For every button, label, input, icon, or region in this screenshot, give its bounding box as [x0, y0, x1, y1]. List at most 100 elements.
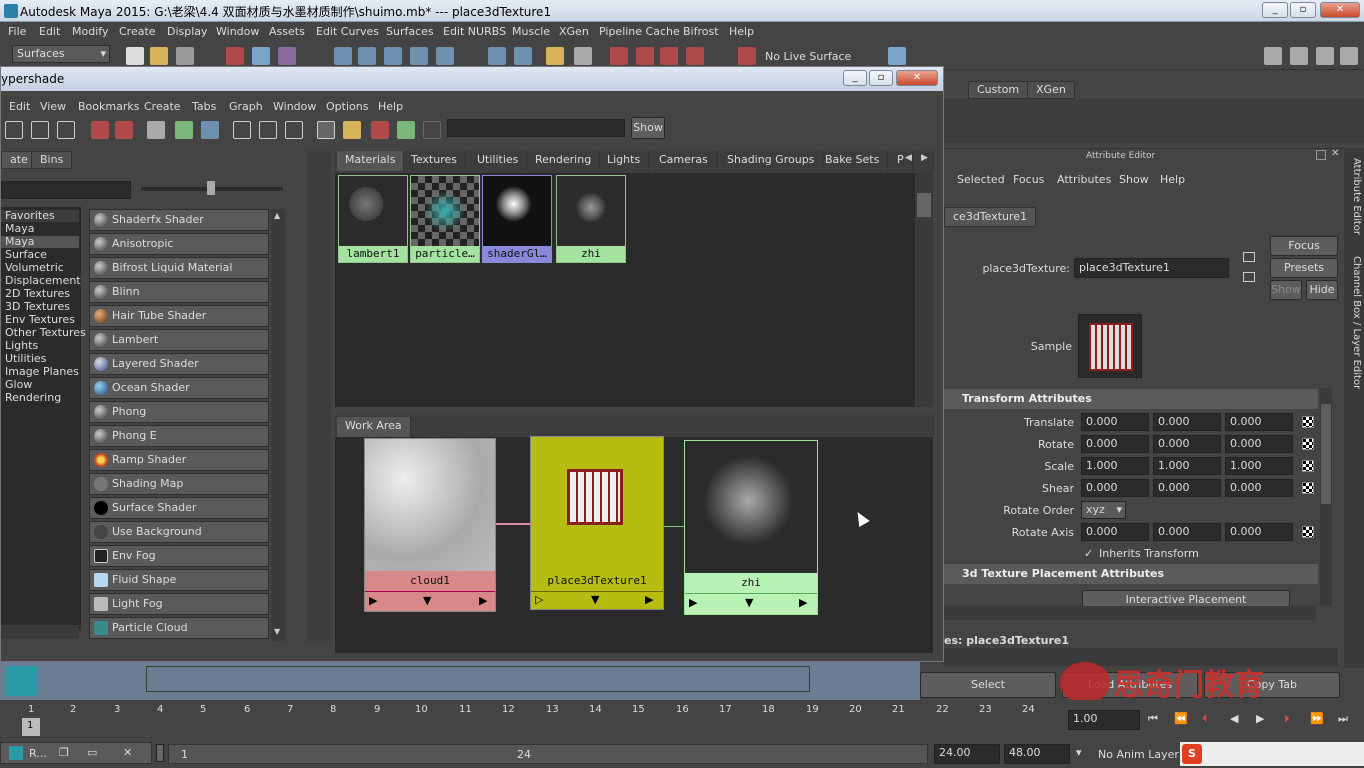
- slider-handle[interactable]: [207, 181, 215, 195]
- graph-materials-icon[interactable]: [201, 121, 219, 139]
- hs-search-field[interactable]: [447, 119, 625, 137]
- ae-select-button[interactable]: Select: [920, 672, 1056, 698]
- category-scrollbar[interactable]: [1, 625, 79, 639]
- snap-point-icon[interactable]: [384, 47, 402, 65]
- layout-bottom-icon[interactable]: [31, 121, 49, 139]
- end-time-field[interactable]: 24.00: [934, 744, 1000, 764]
- hs-menu-window[interactable]: Window: [273, 100, 316, 113]
- swatch-mode-icon[interactable]: [317, 121, 335, 139]
- side-tab-attribute-editor[interactable]: Attribute Editor: [1346, 158, 1362, 235]
- category-displacement[interactable]: Displacement: [5, 274, 81, 287]
- max-time-field[interactable]: 48.00: [1004, 744, 1070, 764]
- hypershade-maximize-button[interactable]: ▫: [869, 70, 893, 86]
- tab-utilities[interactable]: Utilities: [469, 151, 528, 171]
- swatch-list-icon[interactable]: [343, 121, 361, 139]
- select-hierarchy-icon[interactable]: [226, 47, 244, 65]
- new-scene-icon[interactable]: [126, 47, 144, 65]
- shader-use-background[interactable]: Use Background: [89, 521, 269, 543]
- tool-settings-toggle-icon[interactable]: [1290, 47, 1308, 65]
- swatch-zhi[interactable]: zhi: [556, 175, 626, 263]
- category-utilities[interactable]: Utilities: [5, 352, 46, 365]
- hypershade-close-button[interactable]: ✕: [896, 70, 938, 86]
- select-component-icon[interactable]: [278, 47, 296, 65]
- show-button[interactable]: Show: [1270, 280, 1302, 300]
- play-forward-icon[interactable]: ▶: [1256, 712, 1264, 725]
- menu-display[interactable]: Display: [167, 25, 208, 38]
- maximize-button[interactable]: ▫: [1290, 2, 1316, 18]
- range-bar-track[interactable]: 1 24: [168, 744, 928, 764]
- rotate-axis-key-icon[interactable]: [1302, 526, 1314, 538]
- category-maya-favorite[interactable]: Maya: [5, 222, 34, 235]
- shader-phong-e[interactable]: Phong E: [89, 425, 269, 447]
- hs-show-button[interactable]: Show: [631, 117, 665, 139]
- current-frame-field[interactable]: 1.00: [1068, 710, 1140, 730]
- layer-editor-toggle-icon[interactable]: [1340, 47, 1358, 65]
- step-back-key-icon[interactable]: ⏪: [1174, 712, 1188, 725]
- ae-menu-selected[interactable]: Selected: [957, 173, 1005, 186]
- snap-surface-icon[interactable]: [436, 47, 454, 65]
- ipr-render-icon[interactable]: [636, 47, 654, 65]
- output-arrow-icon[interactable]: ▶: [479, 594, 487, 607]
- play-outline-icon[interactable]: ▷: [535, 593, 543, 606]
- rearrange-graph-icon[interactable]: [175, 121, 193, 139]
- category-2d-textures[interactable]: 2D Textures: [5, 287, 70, 300]
- channel-box-toggle-icon[interactable]: [1316, 47, 1334, 65]
- inherits-transform-checkbox[interactable]: ✓: [1084, 547, 1093, 560]
- live-surface-label[interactable]: No Live Surface: [765, 50, 851, 63]
- translate-y-field[interactable]: 0.000: [1153, 413, 1221, 431]
- hs-menu-help[interactable]: Help: [378, 100, 403, 113]
- anim-layer-label[interactable]: No Anim Layer: [1098, 748, 1179, 761]
- category-other-textures[interactable]: Other Textures: [5, 326, 86, 339]
- step-forward-key-icon[interactable]: ⏩: [1310, 712, 1324, 725]
- menu-edit-curves[interactable]: Edit Curves: [316, 25, 379, 38]
- shear-y-field[interactable]: 0.000: [1153, 479, 1221, 497]
- menu-file[interactable]: File: [8, 25, 26, 38]
- sogou-input-icon[interactable]: S: [1182, 744, 1202, 764]
- hs-menu-view[interactable]: View: [40, 100, 66, 113]
- shader-anisotropic[interactable]: Anisotropic: [89, 233, 269, 255]
- category-rendering[interactable]: Rendering: [5, 391, 61, 404]
- render-settings-icon[interactable]: [660, 47, 678, 65]
- ae-menu-focus[interactable]: Focus: [1013, 173, 1044, 186]
- hypershade-minimize-button[interactable]: _: [843, 70, 867, 86]
- shader-layered[interactable]: Layered Shader: [89, 353, 269, 375]
- graph-input-icon[interactable]: [91, 121, 109, 139]
- shader-lambert[interactable]: Lambert: [89, 329, 269, 351]
- shader-ocean[interactable]: Ocean Shader: [89, 377, 269, 399]
- category-favorites[interactable]: Favorites: [5, 209, 55, 222]
- input-connections-icon[interactable]: [1243, 252, 1255, 262]
- go-to-start-icon[interactable]: ⏮: [1148, 712, 1158, 726]
- tab-bins[interactable]: Bins: [31, 151, 73, 169]
- restore-icon[interactable]: ❐: [59, 746, 69, 759]
- tab-cameras[interactable]: Cameras: [651, 151, 717, 171]
- tab-scroll-right-icon[interactable]: ▶: [921, 153, 928, 163]
- float-panel-icon[interactable]: [1316, 150, 1326, 160]
- presets-button[interactable]: Presets: [1270, 258, 1338, 278]
- node-zhi[interactable]: zhi ▶ ▼ ▶: [684, 440, 818, 615]
- close-icon[interactable]: ✕: [123, 746, 132, 759]
- menu-bifrost[interactable]: Bifrost: [683, 25, 719, 38]
- menuset-dropdown[interactable]: Surfaces ▾: [12, 45, 110, 63]
- node-cloud1[interactable]: cloud1 ▶ ▼ ▶: [364, 438, 496, 612]
- lock-icon[interactable]: [546, 47, 564, 65]
- range-start-field[interactable]: [156, 744, 164, 762]
- tab-materials[interactable]: Materials: [337, 151, 405, 171]
- translate-z-field[interactable]: 0.000: [1225, 413, 1293, 431]
- category-env-textures[interactable]: Env Textures: [5, 313, 75, 326]
- category-3d-textures[interactable]: 3D Textures: [5, 300, 70, 313]
- go-to-end-icon[interactable]: ⏭: [1338, 712, 1348, 726]
- rotate-y-field[interactable]: 0.000: [1153, 435, 1221, 453]
- translate-x-field[interactable]: 0.000: [1081, 413, 1149, 431]
- category-glow[interactable]: Glow: [5, 378, 32, 391]
- ae-menu-show[interactable]: Show: [1119, 173, 1149, 186]
- category-surface[interactable]: Surface: [5, 248, 47, 261]
- ae-menu-help[interactable]: Help: [1160, 173, 1185, 186]
- rotate-x-field[interactable]: 0.000: [1081, 435, 1149, 453]
- expand-arrow-icon[interactable]: ▼: [423, 594, 431, 607]
- tab-work-area[interactable]: Work Area: [337, 417, 411, 437]
- layout-top-icon[interactable]: [5, 121, 23, 139]
- materials-scrollbar[interactable]: [915, 173, 933, 407]
- shader-bifrost-liquid[interactable]: Bifrost Liquid Material: [89, 257, 269, 279]
- output-connections-icon[interactable]: [1243, 272, 1255, 282]
- ae-vertical-scrollbar[interactable]: [1320, 388, 1332, 606]
